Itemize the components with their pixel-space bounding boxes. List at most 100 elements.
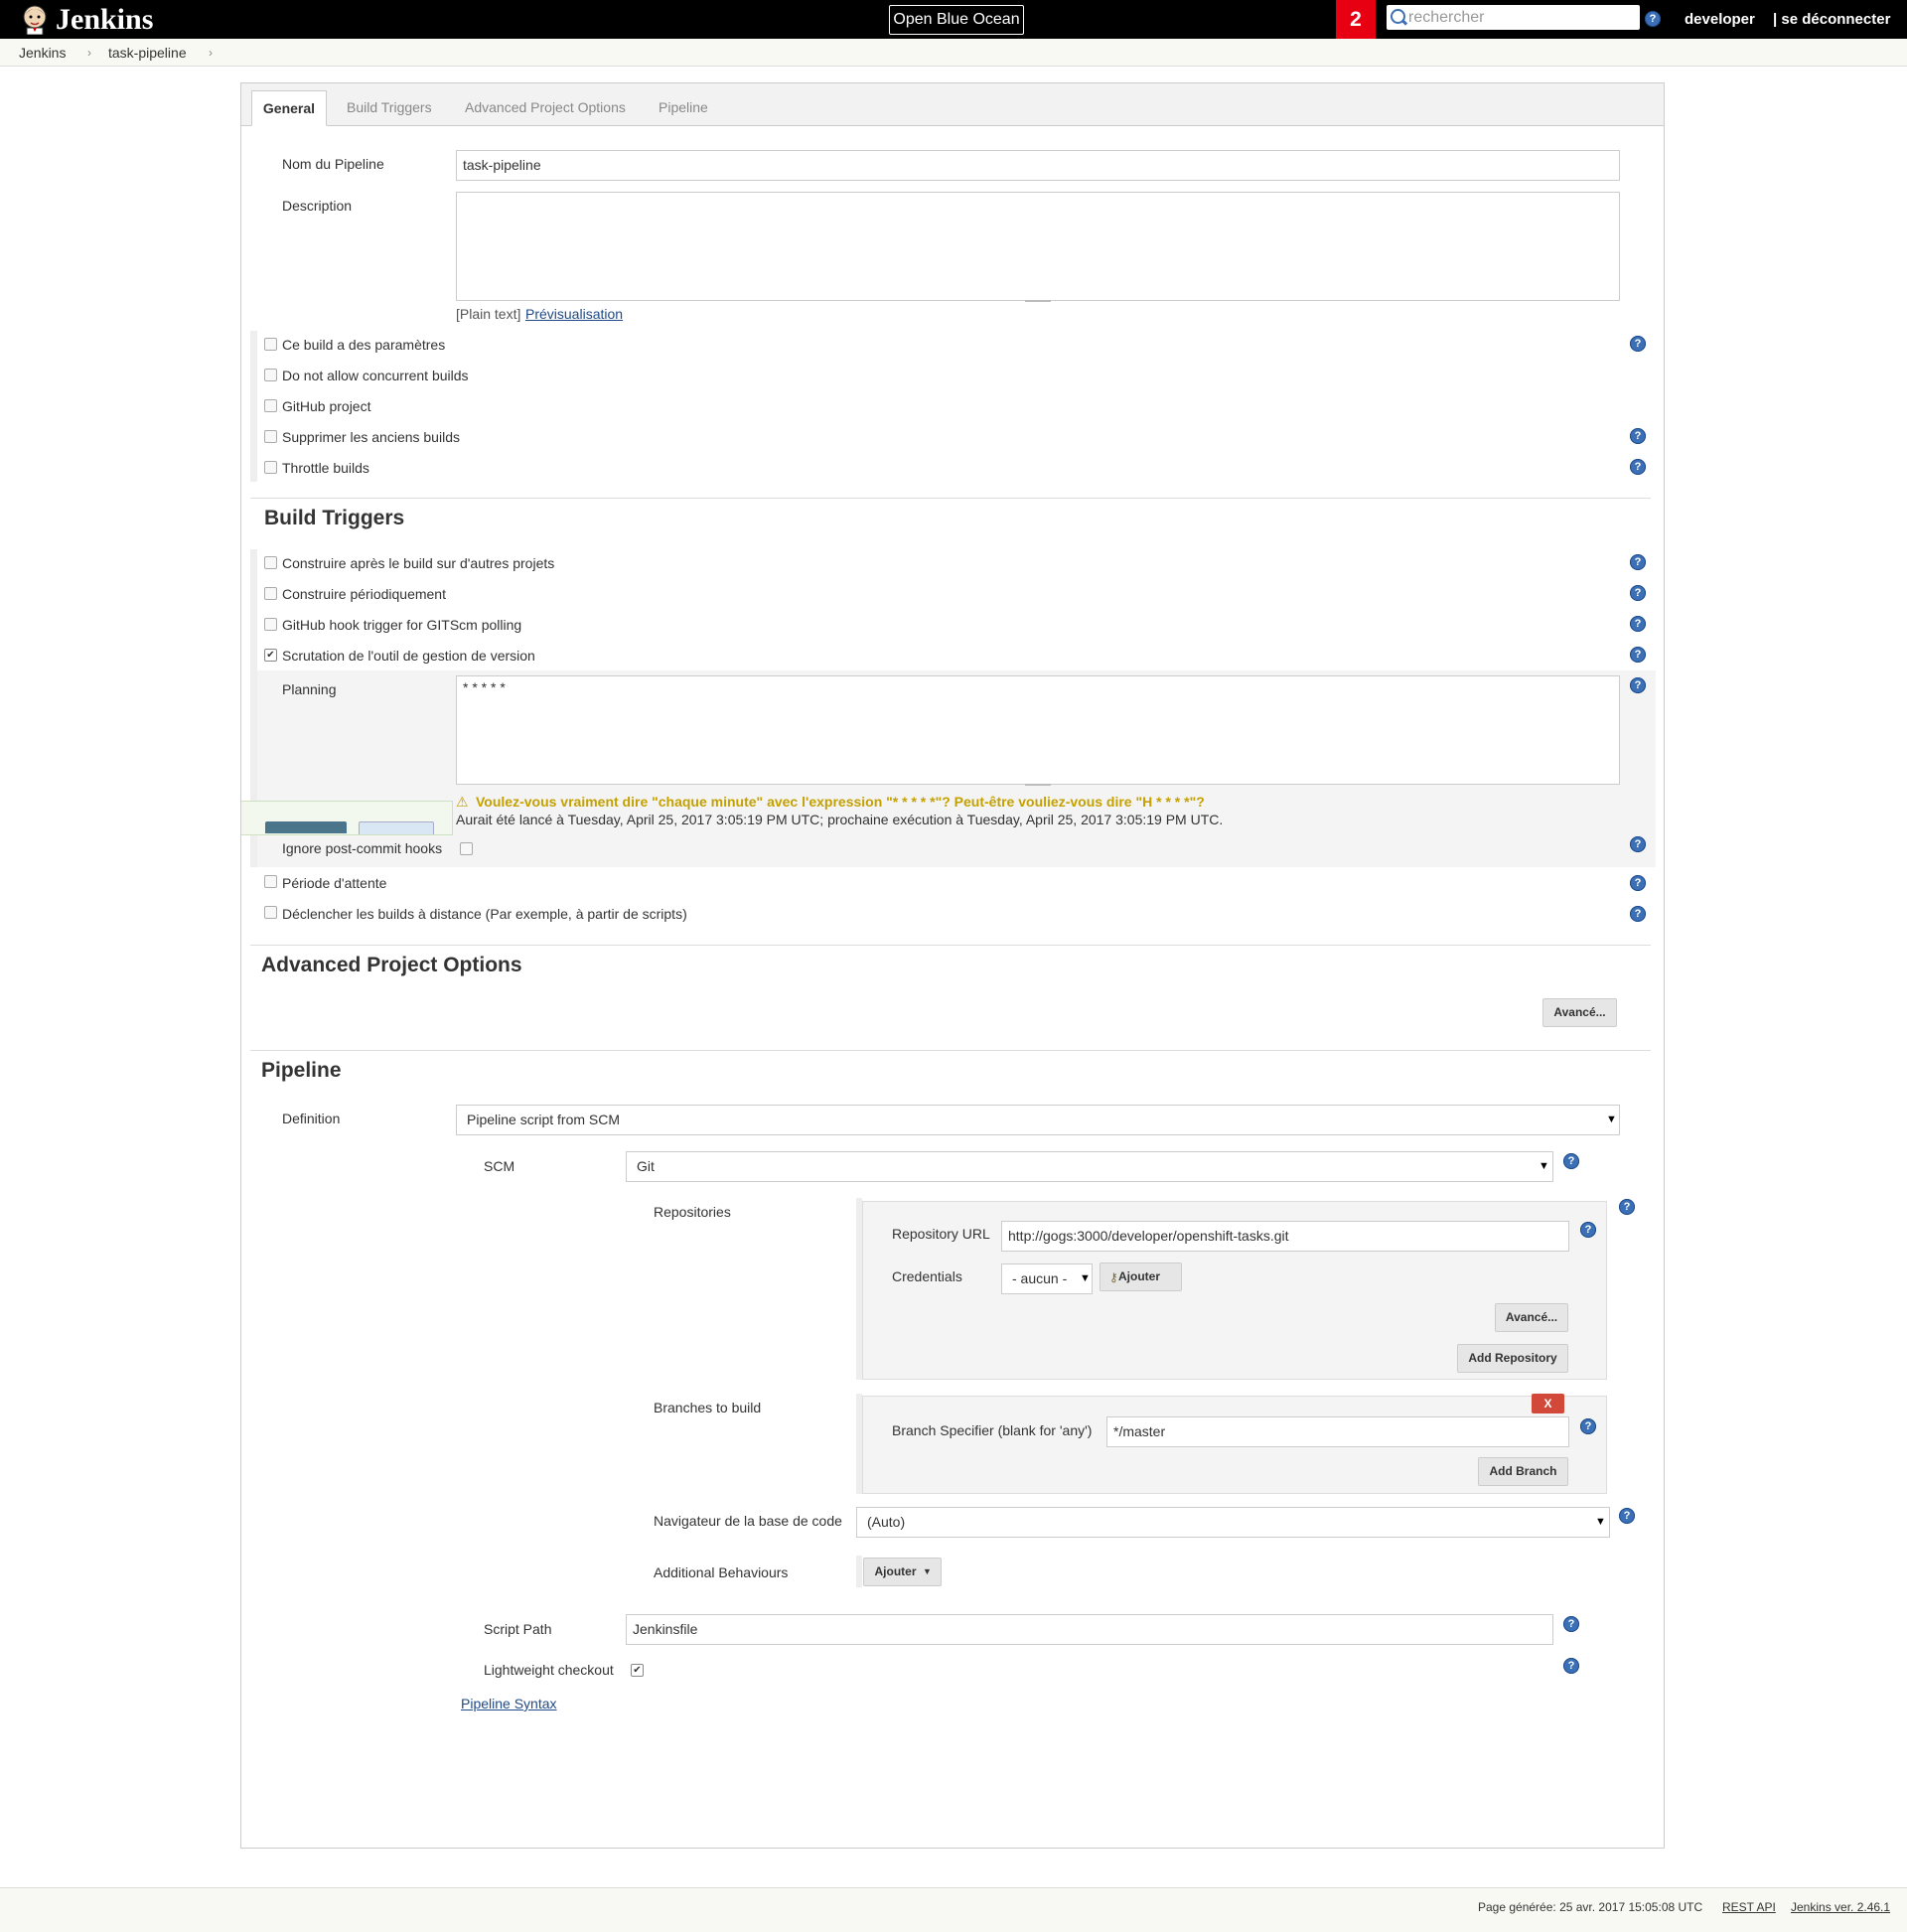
tab-advanced-project-options[interactable]: Advanced Project Options bbox=[455, 90, 636, 124]
script-path-label: Script Path bbox=[484, 1621, 552, 1637]
rest-api-link[interactable]: REST API bbox=[1722, 1900, 1776, 1914]
advanced-button[interactable]: Avancé... bbox=[1542, 998, 1617, 1027]
search-help-icon[interactable]: ? bbox=[1645, 11, 1661, 27]
breadcrumb-jenkins[interactable]: Jenkins bbox=[19, 45, 66, 61]
lightweight-checkout-checkbox[interactable]: ✔ bbox=[631, 1664, 644, 1677]
ignore-hooks-checkbox[interactable] bbox=[460, 842, 473, 855]
pipeline-name-field[interactable]: task-pipeline bbox=[456, 150, 1620, 181]
branch-specifier-field[interactable]: */master bbox=[1106, 1416, 1569, 1447]
help-icon[interactable]: ? bbox=[1580, 1222, 1596, 1238]
help-icon[interactable]: ? bbox=[1630, 554, 1646, 570]
help-icon[interactable]: ? bbox=[1630, 616, 1646, 632]
trigger-checkbox[interactable] bbox=[264, 906, 277, 919]
search-input[interactable]: rechercher bbox=[1387, 5, 1640, 30]
option-checkbox[interactable] bbox=[264, 399, 277, 412]
tab-general[interactable]: General bbox=[251, 90, 327, 126]
help-icon[interactable]: ? bbox=[1630, 875, 1646, 891]
planning-textarea[interactable]: * * * * * bbox=[456, 675, 1620, 785]
help-icon[interactable]: ? bbox=[1630, 647, 1646, 663]
open-blue-ocean-button[interactable]: Open Blue Ocean bbox=[889, 5, 1024, 35]
help-icon[interactable]: ? bbox=[1580, 1418, 1596, 1434]
trigger-label[interactable]: Déclencher les builds à distance (Par ex… bbox=[282, 906, 687, 922]
textarea-resize-handle[interactable] bbox=[1025, 784, 1051, 786]
chevron-down-icon[interactable]: ▼ bbox=[1080, 1272, 1091, 1284]
repositories-label: Repositories bbox=[654, 1204, 731, 1220]
option-checkbox[interactable] bbox=[264, 369, 277, 381]
user-link[interactable]: developer bbox=[1685, 11, 1755, 28]
add-branch-button[interactable]: Add Branch bbox=[1478, 1457, 1568, 1486]
trigger-checkbox[interactable] bbox=[264, 875, 277, 888]
description-label: Description bbox=[282, 198, 353, 214]
option-checkbox[interactable] bbox=[264, 338, 277, 351]
ignore-hooks-label[interactable]: Ignore post-commit hooks bbox=[282, 840, 442, 856]
trigger-checkbox[interactable] bbox=[264, 618, 277, 631]
help-icon[interactable]: ? bbox=[1630, 428, 1646, 444]
save-button[interactable] bbox=[265, 821, 347, 833]
help-icon[interactable]: ? bbox=[1563, 1153, 1579, 1169]
trigger-label[interactable]: Période d'attente bbox=[282, 875, 386, 891]
schedule-info: Aurait été lancé à Tuesday, April 25, 20… bbox=[456, 812, 1224, 827]
browser-select[interactable]: (Auto) bbox=[856, 1507, 1610, 1538]
behaviours-bar bbox=[856, 1556, 862, 1587]
jenkins-logo-icon[interactable] bbox=[19, 3, 51, 36]
help-icon[interactable]: ? bbox=[1619, 1508, 1635, 1524]
credentials-label: Credentials bbox=[892, 1268, 962, 1284]
apply-button[interactable] bbox=[359, 821, 434, 834]
scm-polling-checkbox[interactable]: ✔ bbox=[264, 649, 277, 662]
repository-advanced-button[interactable]: Avancé... bbox=[1495, 1303, 1568, 1332]
definition-label: Definition bbox=[282, 1111, 341, 1126]
option-checkbox[interactable] bbox=[264, 461, 277, 474]
help-icon[interactable]: ? bbox=[1630, 906, 1646, 922]
caret-down-icon[interactable]: ▼ bbox=[923, 1566, 932, 1576]
tab-build-triggers[interactable]: Build Triggers bbox=[337, 90, 442, 124]
repository-url-label: Repository URL bbox=[892, 1226, 990, 1242]
chevron-down-icon[interactable]: ▼ bbox=[1595, 1516, 1606, 1528]
warning-icon: ⚠ bbox=[456, 794, 469, 810]
definition-select[interactable]: Pipeline script from SCM bbox=[456, 1105, 1620, 1135]
option-label[interactable]: Ce build a des paramètres bbox=[282, 337, 445, 353]
lightweight-checkout-label[interactable]: Lightweight checkout bbox=[484, 1662, 614, 1678]
help-icon[interactable]: ? bbox=[1563, 1616, 1579, 1632]
trigger-checkbox[interactable] bbox=[264, 556, 277, 569]
help-icon[interactable]: ? bbox=[1630, 459, 1646, 475]
scm-select[interactable]: Git bbox=[626, 1151, 1553, 1182]
chevron-right-icon[interactable]: › bbox=[209, 46, 213, 60]
jenkins-version-link[interactable]: Jenkins ver. 2.46.1 bbox=[1791, 1900, 1890, 1914]
trigger-label[interactable]: Construire après le build sur d'autres p… bbox=[282, 555, 554, 571]
repository-url-field[interactable]: http://gogs:3000/developer/openshift-tas… bbox=[1001, 1221, 1569, 1252]
option-checkbox[interactable] bbox=[264, 430, 277, 443]
branches-label: Branches to build bbox=[654, 1400, 762, 1415]
help-icon[interactable]: ? bbox=[1630, 677, 1646, 693]
option-label[interactable]: GitHub project bbox=[282, 398, 370, 414]
script-path-field[interactable]: Jenkinsfile bbox=[626, 1614, 1553, 1645]
logout-link[interactable]: | se déconnecter bbox=[1773, 11, 1890, 28]
divider bbox=[250, 498, 1651, 499]
chevron-down-icon[interactable]: ▼ bbox=[1539, 1160, 1549, 1172]
trigger-label[interactable]: GitHub hook trigger for GITScm polling bbox=[282, 617, 521, 633]
pipeline-syntax-link[interactable]: Pipeline Syntax bbox=[461, 1696, 557, 1711]
breadcrumb-task-pipeline[interactable]: task-pipeline bbox=[108, 45, 187, 61]
planning-label: Planning bbox=[282, 681, 337, 697]
trigger-label[interactable]: Construire périodiquement bbox=[282, 586, 446, 602]
textarea-resize-handle[interactable] bbox=[1025, 300, 1051, 302]
trigger-label[interactable]: Scrutation de l'outil de gestion de vers… bbox=[282, 648, 535, 664]
delete-branch-button[interactable]: X bbox=[1532, 1394, 1564, 1413]
option-label[interactable]: Throttle builds bbox=[282, 460, 369, 476]
description-textarea[interactable] bbox=[456, 192, 1620, 301]
chevron-right-icon[interactable]: › bbox=[87, 46, 91, 60]
help-icon[interactable]: ? bbox=[1563, 1658, 1579, 1674]
help-icon[interactable]: ? bbox=[1619, 1199, 1635, 1215]
notification-badge[interactable]: 2 bbox=[1336, 0, 1376, 39]
tab-pipeline[interactable]: Pipeline bbox=[649, 90, 718, 124]
help-icon[interactable]: ? bbox=[1630, 336, 1646, 352]
trigger-checkbox[interactable] bbox=[264, 587, 277, 600]
plain-text-label: [Plain text] bbox=[456, 306, 521, 322]
help-icon[interactable]: ? bbox=[1630, 836, 1646, 852]
chevron-down-icon[interactable]: ▼ bbox=[1606, 1114, 1617, 1125]
option-label[interactable]: Supprimer les anciens builds bbox=[282, 429, 460, 445]
app-name[interactable]: Jenkins bbox=[56, 1, 153, 39]
help-icon[interactable]: ? bbox=[1630, 585, 1646, 601]
option-label[interactable]: Do not allow concurrent builds bbox=[282, 368, 469, 383]
add-repository-button[interactable]: Add Repository bbox=[1457, 1344, 1568, 1373]
preview-link[interactable]: Prévisualisation bbox=[525, 306, 623, 322]
